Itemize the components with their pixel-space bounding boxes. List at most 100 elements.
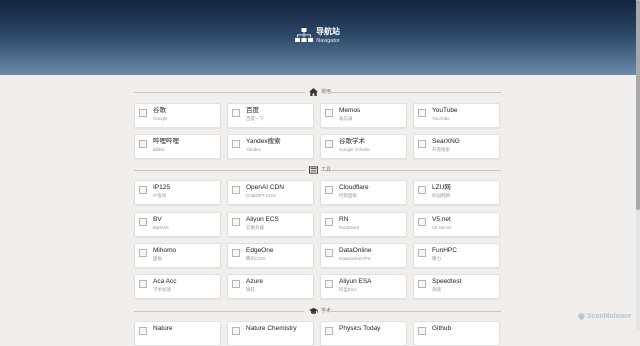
- favicon-placeholder-icon: [325, 186, 333, 194]
- divider: [134, 311, 305, 312]
- nav-card[interactable]: BV ByteVirt: [134, 212, 221, 237]
- card-title: Nature Chemistry: [246, 325, 297, 332]
- card-subtitle: Yandex: [246, 147, 261, 152]
- site-brand[interactable]: 导航站 Navigator: [295, 27, 340, 45]
- nav-card[interactable]: RN RackNerd: [320, 212, 407, 237]
- card-subtitle: 算力: [432, 256, 441, 261]
- nav-card[interactable]: Nature Chemistry: [227, 321, 314, 346]
- card-title: V5.net: [432, 216, 451, 223]
- card-title: Mihomo: [153, 247, 177, 254]
- nav-card[interactable]: Nature: [134, 321, 221, 346]
- nav-card[interactable]: SearXNG 开源搜索: [413, 134, 500, 159]
- nav-card[interactable]: 谷歌 Google: [134, 103, 221, 128]
- card-title: 谷歌: [153, 107, 166, 114]
- favicon-placeholder-icon: [418, 186, 426, 194]
- card-subtitle: 开源搜索: [432, 147, 450, 152]
- favicon-placeholder-icon: [232, 109, 240, 117]
- nav-card[interactable]: Physics Today: [320, 321, 407, 346]
- card-subtitle: 备忘录: [339, 116, 353, 121]
- nav-card[interactable]: IP125 IP查询: [134, 180, 221, 205]
- favicon-placeholder-icon: [232, 327, 240, 335]
- card-title: SearXNG: [432, 138, 460, 145]
- home-icon: [309, 88, 318, 96]
- favicon-placeholder-icon: [232, 280, 240, 288]
- card-subtitle: Google: [153, 116, 168, 121]
- section-header-tools: 工具: [134, 165, 501, 175]
- card-title: YouTube: [432, 107, 458, 114]
- card-subtitle: DataOnlineVPS: [339, 256, 371, 261]
- card-subtitle: ChatGPT CDN: [246, 193, 276, 198]
- card-subtitle: IP查询: [153, 193, 167, 198]
- nav-card[interactable]: V5.net V5 Server: [413, 212, 500, 237]
- site-title: 导航站: [316, 27, 340, 36]
- favicon-placeholder-icon: [325, 140, 333, 148]
- shield-icon: [578, 313, 585, 320]
- favicon-placeholder-icon: [418, 327, 426, 335]
- favicon-placeholder-icon: [139, 249, 147, 257]
- card-subtitle: 学术加速: [153, 287, 171, 292]
- nav-card[interactable]: 哔哩哔哩 Bilibili: [134, 134, 221, 159]
- card-title: 谷歌学术: [339, 138, 365, 145]
- card-title: Aliyun ECS: [246, 216, 279, 223]
- nav-card[interactable]: Speedtest 测速: [413, 274, 500, 299]
- nav-card[interactable]: DataOnline DataOnlineVPS: [320, 243, 407, 268]
- card-subtitle: 测速: [432, 287, 441, 292]
- sitemap-icon: [295, 28, 313, 42]
- favicon-placeholder-icon: [325, 327, 333, 335]
- card-subtitle: 百度一下: [246, 116, 264, 121]
- nav-card[interactable]: Mihomo 面板: [134, 243, 221, 268]
- favicon-placeholder-icon: [139, 140, 147, 148]
- section-header-academic: 学术: [134, 306, 501, 316]
- nav-card[interactable]: Aliyun ESA 阿里ESA: [320, 274, 407, 299]
- card-title: Physics Today: [339, 325, 381, 332]
- card-title: FunHPC: [432, 247, 457, 254]
- card-title: Github: [432, 325, 452, 332]
- site-subtitle: Navigator: [316, 38, 340, 44]
- card-title: 哔哩哔哩: [153, 138, 179, 145]
- favicon-placeholder-icon: [418, 249, 426, 257]
- nav-card[interactable]: LZU网 校园网络: [413, 180, 500, 205]
- favicon-placeholder-icon: [325, 109, 333, 117]
- card-subtitle: 微软: [246, 287, 255, 292]
- nav-card[interactable]: OpenAI CDN ChatGPT CDN: [227, 180, 314, 205]
- nav-card[interactable]: FunHPC 算力: [413, 243, 500, 268]
- divider: [330, 92, 501, 93]
- nav-card[interactable]: Github: [413, 321, 500, 346]
- watermark: ScanMalware: [578, 313, 631, 320]
- card-title: Azure: [246, 278, 263, 285]
- card-title: EdgeOne: [246, 247, 274, 254]
- nav-card[interactable]: Memos 备忘录: [320, 103, 407, 128]
- favicon-placeholder-icon: [418, 218, 426, 226]
- card-subtitle: 腾讯CDN: [246, 256, 265, 261]
- card-subtitle: RackNerd: [339, 225, 360, 230]
- divider: [134, 92, 305, 93]
- nav-card[interactable]: EdgeOne 腾讯CDN: [227, 243, 314, 268]
- favicon-placeholder-icon: [325, 249, 333, 257]
- favicon-placeholder-icon: [418, 109, 426, 117]
- favicon-placeholder-icon: [232, 218, 240, 226]
- nav-card[interactable]: Aca Acc 学术加速: [134, 274, 221, 299]
- card-title: DataOnline: [339, 247, 372, 254]
- card-title: RN: [339, 216, 349, 223]
- nav-card[interactable]: Yandex搜索 Yandex: [227, 134, 314, 159]
- nav-card[interactable]: 谷歌学术 Google Scholar: [320, 134, 407, 159]
- card-title: Cloudflare: [339, 184, 369, 191]
- card-title: Aliyun ESA: [339, 278, 372, 285]
- nav-card[interactable]: YouTube YouTube: [413, 103, 500, 128]
- card-title: OpenAI CDN: [246, 184, 284, 191]
- favicon-placeholder-icon: [232, 140, 240, 148]
- card-title: BV: [153, 216, 162, 223]
- nav-card[interactable]: Aliyun ECS 云服务器: [227, 212, 314, 237]
- card-subtitle: V5 Server: [432, 225, 453, 230]
- favicon-placeholder-icon: [418, 140, 426, 148]
- nav-card[interactable]: Cloudflare 控制面板: [320, 180, 407, 205]
- favicon-placeholder-icon: [139, 186, 147, 194]
- favicon-placeholder-icon: [325, 280, 333, 288]
- card-subtitle: 控制面板: [339, 193, 357, 198]
- scrollbar-thumb[interactable]: [636, 0, 640, 210]
- card-title: LZU网: [432, 184, 451, 191]
- card-title: Aca Acc: [153, 278, 177, 285]
- nav-card[interactable]: Azure 微软: [227, 274, 314, 299]
- card-title: IP125: [153, 184, 170, 191]
- nav-card[interactable]: 百度 百度一下: [227, 103, 314, 128]
